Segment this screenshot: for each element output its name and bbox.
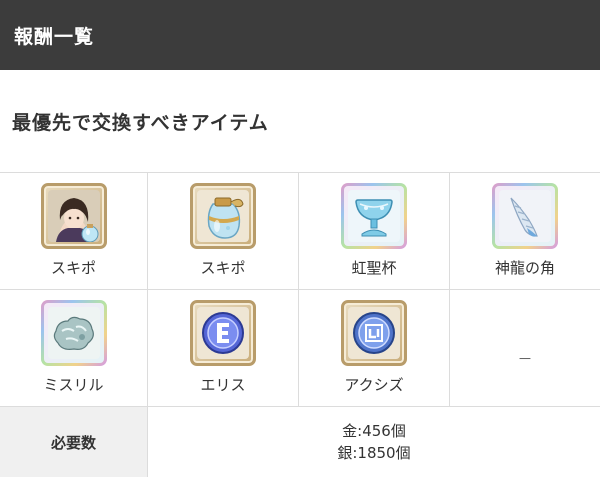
empty-item-slot: －: [450, 290, 600, 407]
item-label: 虹聖杯: [351, 259, 397, 277]
reward-item[interactable]: エリス: [148, 290, 299, 407]
item-label: スキポ: [50, 259, 96, 277]
section-title: 最優先で交換すべきアイテム: [12, 111, 269, 134]
required-count-row: 必要数 金:456個 銀:1850個: [0, 407, 600, 477]
reward-item-grid: スキポ スキポ 虹聖杯 神龍の角 ミスリル エリス アクシズ －: [0, 172, 600, 407]
item-label: 神龍の角: [494, 259, 555, 277]
item-label: ミスリル: [43, 376, 104, 394]
section-heading: 最優先で交換すべきアイテム: [0, 70, 600, 172]
gold-requirement: 金:456個: [342, 422, 406, 440]
rainbow-holy-grail-icon: [341, 183, 407, 249]
eris-coin-icon: [190, 300, 256, 366]
reward-item[interactable]: スキポ: [148, 173, 299, 290]
empty-placeholder: －: [517, 350, 533, 368]
mithril-ore-icon: [41, 300, 107, 366]
reward-item[interactable]: 神龍の角: [450, 173, 600, 290]
item-label: アクシズ: [344, 376, 404, 394]
item-label: スキポ: [200, 259, 246, 277]
reward-item[interactable]: ミスリル: [0, 290, 148, 407]
required-count-label: 必要数: [0, 407, 148, 477]
axis-coin-icon: [341, 300, 407, 366]
dragon-horn-icon: [492, 183, 558, 249]
character-portrait-skill-potion-icon: [40, 183, 107, 249]
page-header: 報酬一覧: [0, 0, 600, 70]
page-title: 報酬一覧: [14, 25, 95, 48]
reward-item[interactable]: アクシズ: [299, 290, 450, 407]
reward-item[interactable]: スキポ: [0, 173, 148, 290]
skill-potion-icon: [190, 183, 256, 249]
item-label: エリス: [200, 376, 246, 394]
reward-item[interactable]: 虹聖杯: [299, 173, 450, 290]
silver-requirement: 銀:1850個: [337, 444, 411, 462]
required-count-values: 金:456個 銀:1850個: [148, 407, 600, 477]
